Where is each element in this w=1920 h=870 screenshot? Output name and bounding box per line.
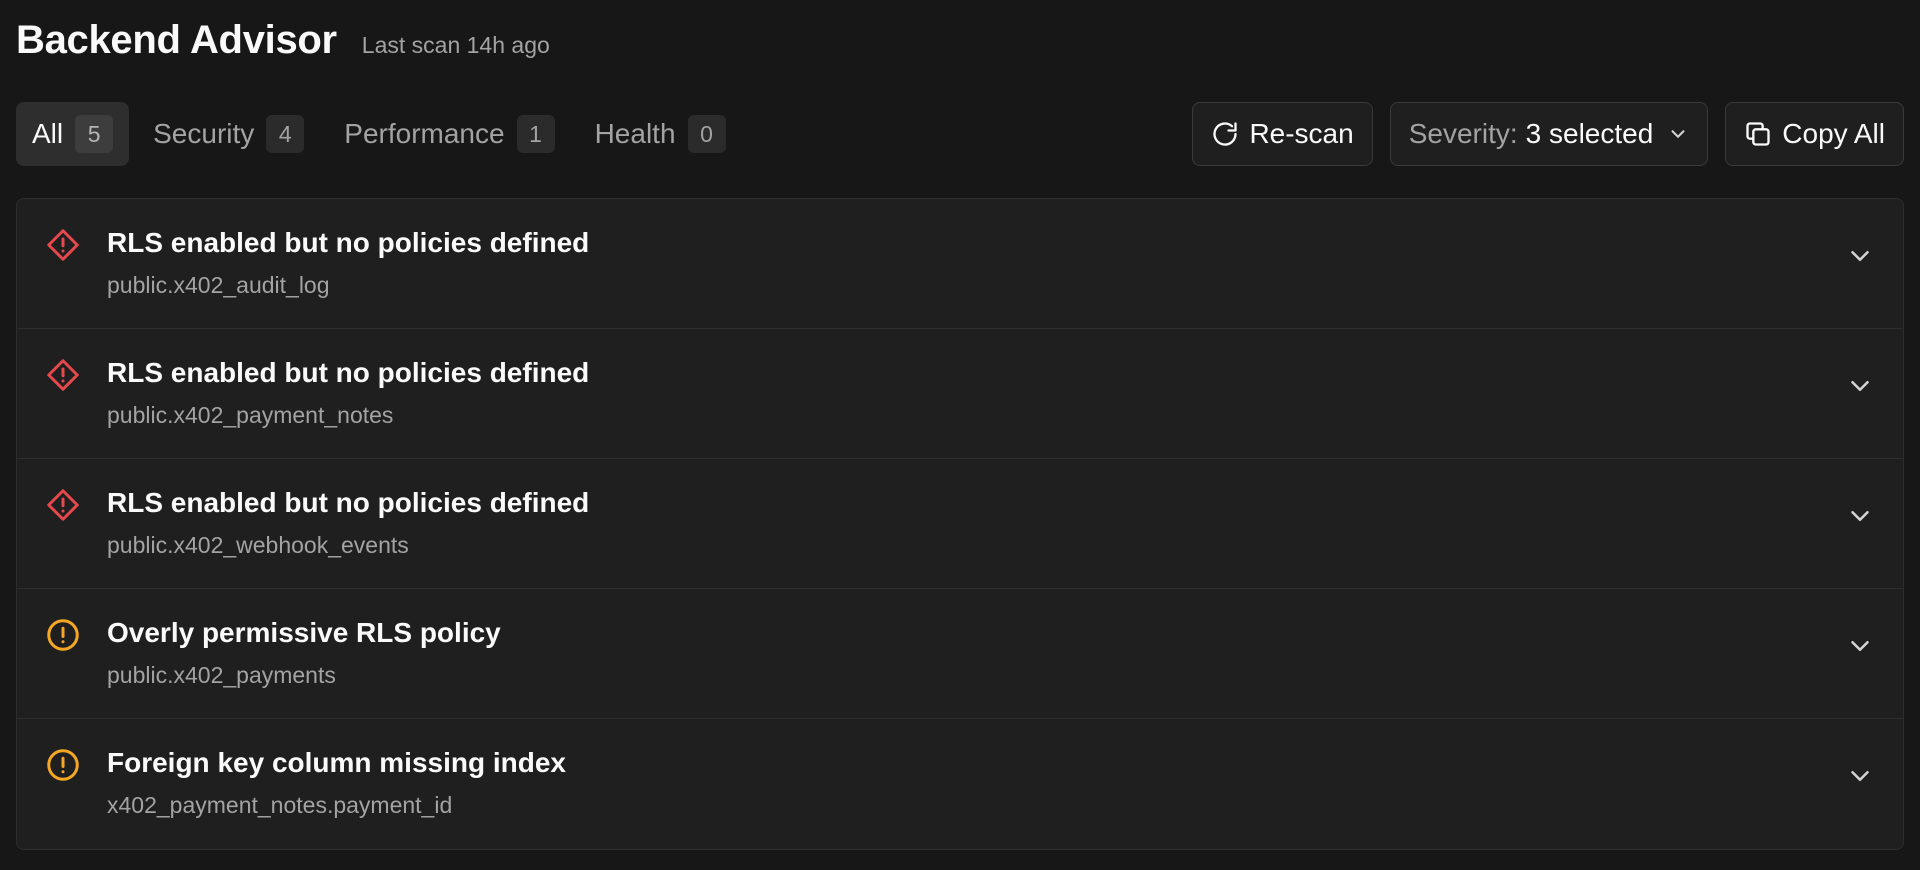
- tab-count-badge: 5: [75, 115, 114, 153]
- tab-label: Health: [594, 118, 676, 149]
- toolbar-actions: Re-scan Severity: 3 selected Copy All: [1175, 102, 1904, 166]
- finding-row[interactable]: RLS enabled but no policies defined publ…: [17, 329, 1903, 459]
- finding-title: RLS enabled but no policies defined: [107, 487, 590, 518]
- filter-tabs: All 5 Security 4 Performance 1 Health 0: [16, 102, 750, 166]
- findings-list: RLS enabled but no policies defined publ…: [16, 198, 1904, 850]
- tab-count-badge: 1: [516, 115, 555, 153]
- tab-health[interactable]: Health 0: [579, 102, 742, 166]
- chevron-down-icon[interactable]: [1845, 761, 1875, 791]
- finding-title: Foreign key column missing index: [107, 747, 566, 778]
- alert-diamond-icon: [45, 227, 81, 263]
- tab-count-badge: 4: [266, 115, 305, 153]
- severity-value: 3 selected: [1525, 118, 1654, 149]
- finding-row[interactable]: RLS enabled but no policies defined publ…: [17, 459, 1903, 589]
- finding-row[interactable]: Overly permissive RLS policy public.x402…: [17, 589, 1903, 719]
- page-title: Backend Advisor: [16, 18, 337, 62]
- tab-all[interactable]: All 5: [16, 102, 130, 166]
- chevron-down-icon[interactable]: [1845, 371, 1875, 401]
- severity-dropdown[interactable]: Severity: 3 selected: [1389, 102, 1709, 166]
- refresh-icon: [1211, 120, 1239, 148]
- copy-icon: [1744, 120, 1772, 148]
- finding-target: public.x402_audit_log: [107, 272, 330, 298]
- last-scan-text: Last scan 14h ago: [361, 32, 550, 58]
- finding-target: public.x402_webhook_events: [107, 532, 409, 558]
- page-header: Backend Advisor Last scan 14h ago: [16, 18, 550, 63]
- chevron-down-icon[interactable]: [1845, 631, 1875, 661]
- rescan-label: Re-scan: [1249, 118, 1354, 149]
- tab-label: All: [32, 118, 64, 149]
- alert-circle-icon: [45, 617, 81, 653]
- finding-title: Overly permissive RLS policy: [107, 617, 501, 648]
- alert-diamond-icon: [45, 487, 81, 523]
- finding-title: RLS enabled but no policies defined: [107, 227, 590, 258]
- alert-diamond-icon: [45, 357, 81, 393]
- tab-label: Performance: [344, 118, 505, 149]
- tab-count-badge: 0: [687, 115, 726, 153]
- chevron-down-icon: [1667, 123, 1689, 145]
- finding-title: RLS enabled but no policies defined: [107, 357, 590, 388]
- severity-label: Severity:: [1408, 118, 1518, 149]
- tab-performance[interactable]: Performance 1: [328, 102, 570, 166]
- finding-target: public.x402_payments: [107, 662, 336, 688]
- finding-row[interactable]: RLS enabled but no policies defined publ…: [17, 199, 1903, 329]
- toolbar: All 5 Security 4 Performance 1 Health 0 …: [16, 102, 1904, 166]
- tab-security[interactable]: Security 4: [137, 102, 320, 166]
- finding-target: public.x402_payment_notes: [107, 402, 394, 428]
- copy-all-button[interactable]: Copy All: [1725, 102, 1904, 166]
- rescan-button[interactable]: Re-scan: [1192, 102, 1373, 166]
- tab-label: Security: [153, 118, 255, 149]
- alert-circle-icon: [45, 747, 81, 783]
- finding-target: x402_payment_notes.payment_id: [107, 792, 453, 818]
- chevron-down-icon[interactable]: [1845, 501, 1875, 531]
- chevron-down-icon[interactable]: [1845, 241, 1875, 271]
- copy-all-label: Copy All: [1782, 118, 1885, 149]
- finding-row[interactable]: Foreign key column missing index x402_pa…: [17, 719, 1903, 849]
